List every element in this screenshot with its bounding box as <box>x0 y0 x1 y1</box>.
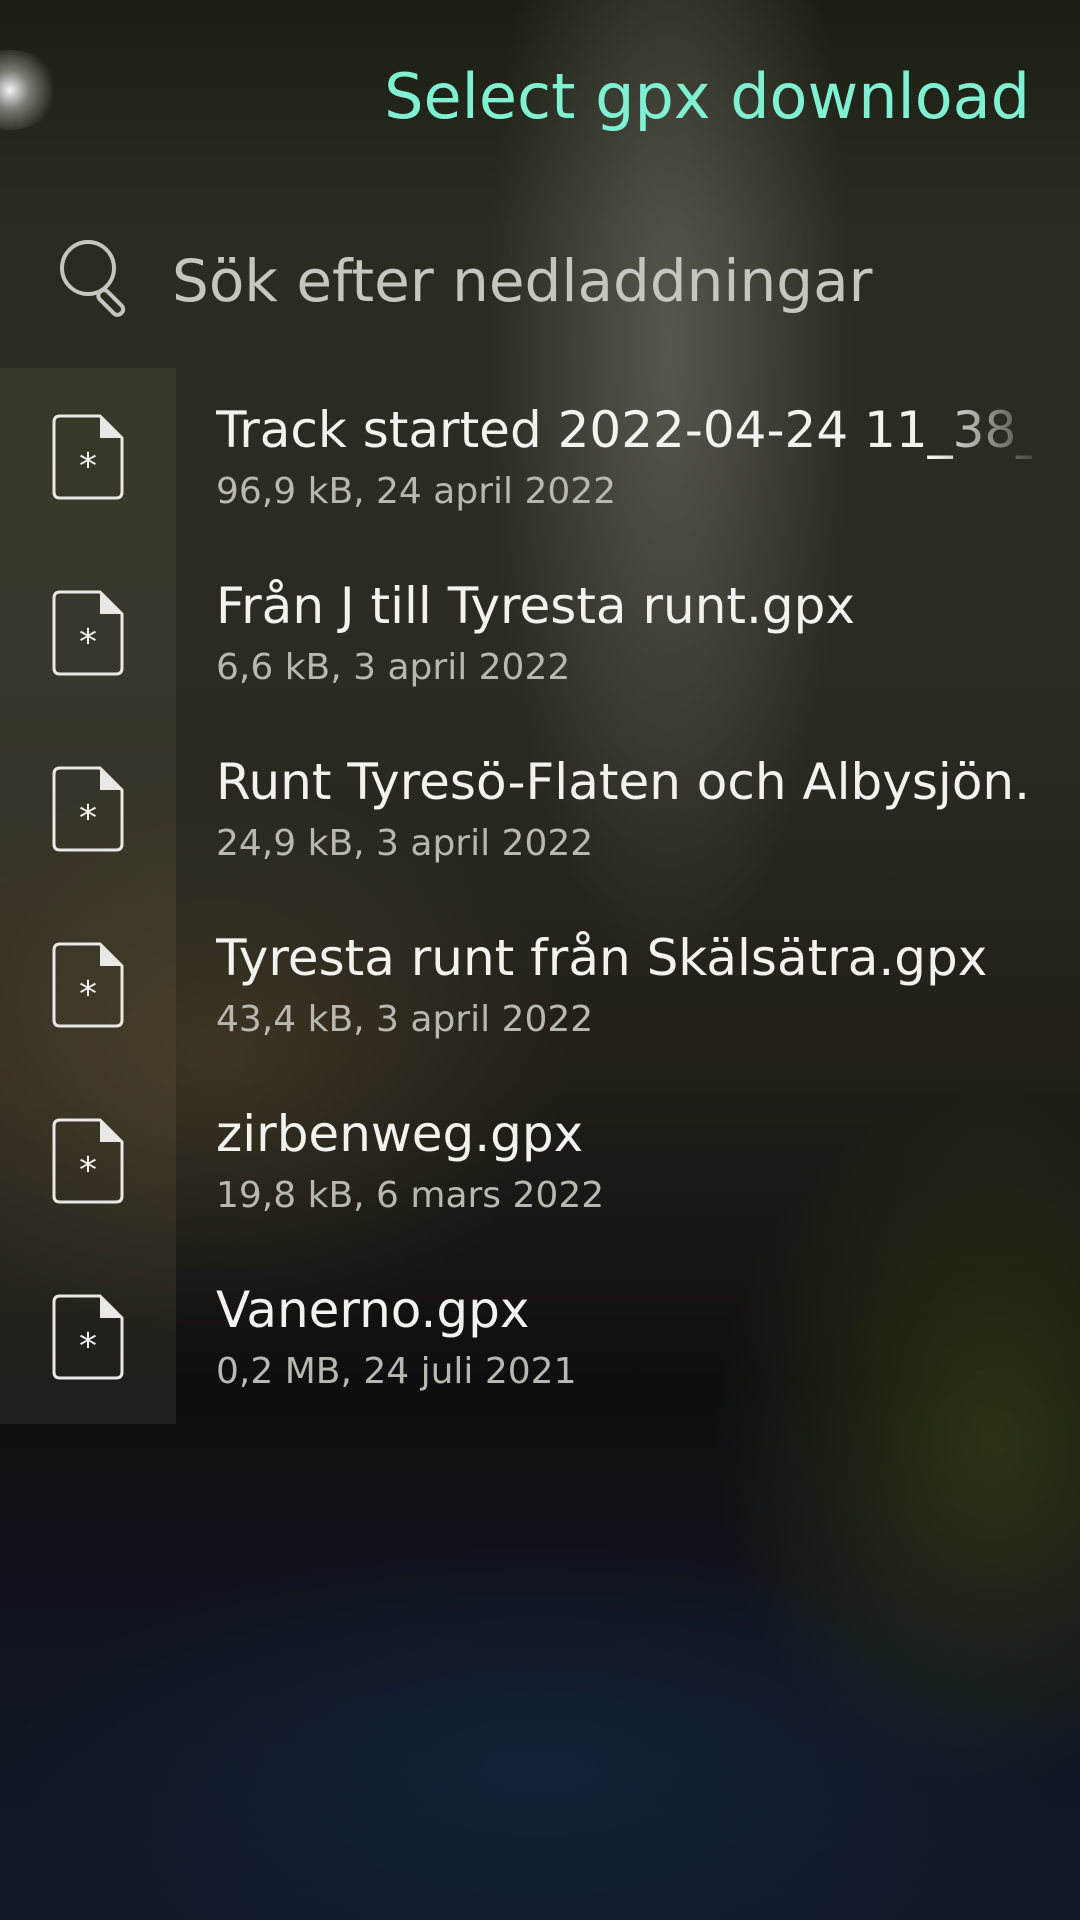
file-name: Vanerno.gpx <box>216 1281 530 1339</box>
search-bar[interactable] <box>0 220 1080 340</box>
ambience-glow <box>0 50 60 130</box>
svg-text:*: * <box>79 1150 97 1191</box>
file-icon: * <box>52 1118 124 1204</box>
svg-text:*: * <box>79 1326 97 1367</box>
file-name: Från J till Tyresta runt.gpx <box>216 577 855 635</box>
list-item[interactable]: * Track started 2022-04-24 11_38_26.gpx … <box>0 368 1080 544</box>
file-thumbnail: * <box>0 1248 176 1424</box>
page-header: Select gpx download <box>384 52 1030 142</box>
svg-text:*: * <box>79 446 97 487</box>
file-name: Runt Tyresö-Flaten och Albysjön.gpx <box>216 753 1032 811</box>
file-name: zirbenweg.gpx <box>216 1105 584 1163</box>
file-thumbnail: * <box>0 1072 176 1248</box>
file-icon: * <box>52 1294 124 1380</box>
file-icon: * <box>52 414 124 500</box>
file-thumbnail: * <box>0 544 176 720</box>
file-icon: * <box>52 766 124 852</box>
file-thumbnail: * <box>0 368 176 544</box>
file-meta: 24,9 kB, 3 april 2022 <box>216 823 594 864</box>
download-list: * Track started 2022-04-24 11_38_26.gpx … <box>0 368 1080 1424</box>
file-meta: 43,4 kB, 3 april 2022 <box>216 999 594 1040</box>
svg-text:*: * <box>79 974 97 1015</box>
file-meta: 96,9 kB, 24 april 2022 <box>216 471 617 512</box>
file-meta: 19,8 kB, 6 mars 2022 <box>216 1175 605 1216</box>
svg-text:*: * <box>79 622 97 663</box>
file-icon: * <box>52 942 124 1028</box>
list-item[interactable]: * Runt Tyresö-Flaten och Albysjön.gpx 24… <box>0 720 1080 896</box>
list-item[interactable]: * Vanerno.gpx 0,2 MB, 24 juli 2021 <box>0 1248 1080 1424</box>
search-icon <box>60 240 126 317</box>
page-title: Select gpx download <box>384 60 1030 133</box>
file-meta: 0,2 MB, 24 juli 2021 <box>216 1351 577 1392</box>
file-name: Track started 2022-04-24 11_38_26.gpx <box>216 401 1032 459</box>
file-name: Tyresta runt från Skälsätra.gpx <box>216 929 988 987</box>
search-input[interactable] <box>172 236 1032 326</box>
file-icon: * <box>52 590 124 676</box>
list-item[interactable]: * zirbenweg.gpx 19,8 kB, 6 mars 2022 <box>0 1072 1080 1248</box>
list-item[interactable]: * Från J till Tyresta runt.gpx 6,6 kB, 3… <box>0 544 1080 720</box>
file-thumbnail: * <box>0 896 176 1072</box>
list-item[interactable]: * Tyresta runt från Skälsätra.gpx 43,4 k… <box>0 896 1080 1072</box>
file-meta: 6,6 kB, 3 april 2022 <box>216 647 571 688</box>
svg-text:*: * <box>79 798 97 839</box>
file-thumbnail: * <box>0 720 176 896</box>
